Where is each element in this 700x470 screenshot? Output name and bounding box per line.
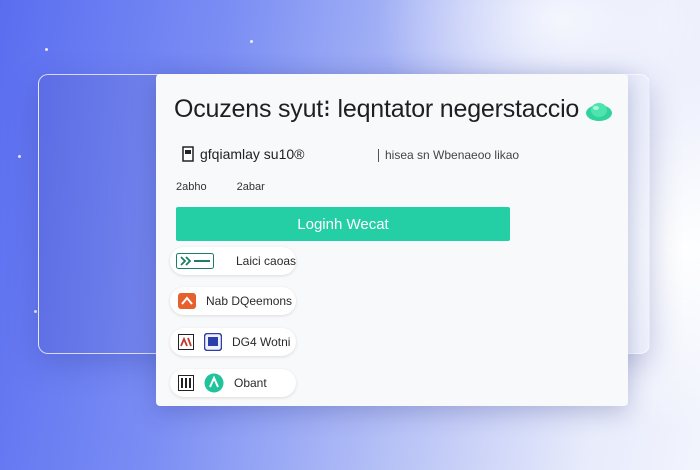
grid-app-icon bbox=[178, 375, 194, 391]
page-title: Ocuzens syut⁝ leqntator negerstaccio bbox=[174, 95, 580, 123]
login-option-1[interactable]: Laici caoas bbox=[170, 247, 296, 275]
subtitle-row: gfqiamlay su10® hisea sn Wbenaeoo likao bbox=[182, 146, 602, 166]
subtitle-left: gfqiamlay su10® bbox=[182, 146, 304, 162]
sparkle-decoration bbox=[18, 155, 21, 158]
teal-circle-icon bbox=[204, 373, 224, 393]
sparkle-decoration bbox=[684, 300, 687, 303]
orange-app-icon bbox=[178, 293, 196, 309]
login-card: Ocuzens syut⁝ leqntator negerstaccio gfq… bbox=[156, 74, 628, 406]
login-option-3[interactable]: DG4 Wotni bbox=[170, 328, 296, 356]
small-links: 2abho 2abar bbox=[176, 181, 265, 193]
login-button[interactable]: Loginh Wecat bbox=[176, 207, 510, 241]
subtitle-right: hisea sn Wbenaeoo likao bbox=[378, 148, 519, 162]
arrow-badge-icon bbox=[176, 253, 214, 269]
black-app-icon bbox=[178, 334, 194, 350]
link-left[interactable]: 2abho bbox=[176, 181, 207, 193]
option-label: Nab DQeemons bbox=[206, 294, 293, 308]
divider bbox=[378, 148, 379, 162]
link-right[interactable]: 2abar bbox=[237, 181, 265, 193]
option-label: Laici caoas bbox=[236, 254, 297, 268]
sparkle-decoration bbox=[250, 40, 253, 43]
option-label: Obant bbox=[234, 376, 267, 390]
option-label: DG4 Wotni bbox=[232, 335, 291, 349]
sparkle-decoration bbox=[668, 248, 671, 251]
sparkle-decoration bbox=[45, 48, 48, 51]
login-option-4[interactable]: Obant bbox=[170, 369, 296, 397]
blue-square-icon bbox=[204, 333, 222, 351]
subtitle-right-text: hisea sn Wbenaeoo likao bbox=[385, 148, 520, 162]
subtitle-left-text: gfqiamlay su10® bbox=[200, 146, 305, 162]
document-icon bbox=[182, 146, 194, 162]
sparkle-decoration bbox=[34, 310, 37, 313]
login-option-2[interactable]: Nab DQeemons bbox=[170, 287, 296, 315]
brand-logo-icon bbox=[586, 103, 612, 121]
